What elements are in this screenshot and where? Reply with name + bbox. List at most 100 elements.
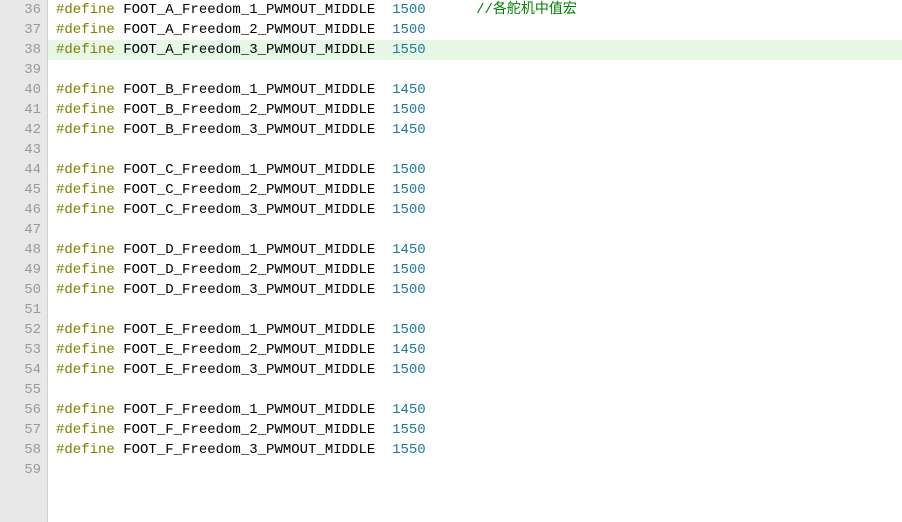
- line-number: 52: [10, 320, 41, 340]
- code-line[interactable]: #define FOOT_D_Freedom_3_PWMOUT_MIDDLE 1…: [48, 280, 902, 300]
- number-token: 1450: [392, 342, 426, 358]
- code-line[interactable]: #define FOOT_F_Freedom_3_PWMOUT_MIDDLE 1…: [48, 440, 902, 460]
- code-line[interactable]: [48, 60, 902, 80]
- directive-token: #define: [56, 82, 115, 98]
- number-token: 1550: [392, 442, 426, 458]
- code-line[interactable]: [48, 220, 902, 240]
- code-line[interactable]: #define FOOT_C_Freedom_1_PWMOUT_MIDDLE 1…: [48, 160, 902, 180]
- identifier-token: FOOT_F_Freedom_1_PWMOUT_MIDDLE: [123, 402, 375, 418]
- number-token: 1500: [392, 162, 426, 178]
- directive-token: #define: [56, 42, 115, 58]
- identifier-token: FOOT_D_Freedom_2_PWMOUT_MIDDLE: [123, 262, 375, 278]
- number-token: 1500: [392, 362, 426, 378]
- directive-token: #define: [56, 162, 115, 178]
- comment-token: //各舵机中值宏: [476, 2, 577, 18]
- code-line[interactable]: #define FOOT_F_Freedom_1_PWMOUT_MIDDLE 1…: [48, 400, 902, 420]
- directive-token: #define: [56, 122, 115, 138]
- code-line[interactable]: #define FOOT_D_Freedom_1_PWMOUT_MIDDLE 1…: [48, 240, 902, 260]
- directive-token: #define: [56, 402, 115, 418]
- identifier-token: FOOT_D_Freedom_1_PWMOUT_MIDDLE: [123, 242, 375, 258]
- line-number: 48: [10, 240, 41, 260]
- directive-token: #define: [56, 242, 115, 258]
- number-token: 1500: [392, 22, 426, 38]
- number-token: 1550: [392, 422, 426, 438]
- line-number: 42: [10, 120, 41, 140]
- code-line[interactable]: #define FOOT_B_Freedom_2_PWMOUT_MIDDLE 1…: [48, 100, 902, 120]
- number-token: 1450: [392, 122, 426, 138]
- directive-token: #define: [56, 262, 115, 278]
- code-area[interactable]: #define FOOT_A_Freedom_1_PWMOUT_MIDDLE 1…: [48, 0, 902, 522]
- line-number-gutter: 3637383940414243444546474849505152535455…: [0, 0, 48, 522]
- directive-token: #define: [56, 322, 115, 338]
- line-number: 50: [10, 280, 41, 300]
- line-number: 37: [10, 20, 41, 40]
- line-number: 43: [10, 140, 41, 160]
- line-number: 58: [10, 440, 41, 460]
- identifier-token: FOOT_C_Freedom_1_PWMOUT_MIDDLE: [123, 162, 375, 178]
- line-number: 40: [10, 80, 41, 100]
- identifier-token: FOOT_B_Freedom_3_PWMOUT_MIDDLE: [123, 122, 375, 138]
- directive-token: #define: [56, 362, 115, 378]
- line-number: 51: [10, 300, 41, 320]
- line-number: 59: [10, 460, 41, 480]
- directive-token: #define: [56, 202, 115, 218]
- code-line[interactable]: #define FOOT_A_Freedom_3_PWMOUT_MIDDLE 1…: [48, 40, 902, 60]
- identifier-token: FOOT_E_Freedom_3_PWMOUT_MIDDLE: [123, 362, 375, 378]
- number-token: 1500: [392, 322, 426, 338]
- code-line[interactable]: #define FOOT_B_Freedom_3_PWMOUT_MIDDLE 1…: [48, 120, 902, 140]
- line-number: 54: [10, 360, 41, 380]
- directive-token: #define: [56, 282, 115, 298]
- identifier-token: FOOT_A_Freedom_1_PWMOUT_MIDDLE: [123, 2, 375, 18]
- code-line[interactable]: #define FOOT_B_Freedom_1_PWMOUT_MIDDLE 1…: [48, 80, 902, 100]
- directive-token: #define: [56, 422, 115, 438]
- line-number: 44: [10, 160, 41, 180]
- code-line[interactable]: #define FOOT_E_Freedom_2_PWMOUT_MIDDLE 1…: [48, 340, 902, 360]
- number-token: 1500: [392, 202, 426, 218]
- code-line[interactable]: [48, 380, 902, 400]
- directive-token: #define: [56, 102, 115, 118]
- identifier-token: FOOT_C_Freedom_3_PWMOUT_MIDDLE: [123, 202, 375, 218]
- directive-token: #define: [56, 182, 115, 198]
- line-number: 38: [10, 40, 41, 60]
- directive-token: #define: [56, 2, 115, 18]
- line-number: 57: [10, 420, 41, 440]
- line-number: 55: [10, 380, 41, 400]
- line-number: 49: [10, 260, 41, 280]
- identifier-token: FOOT_F_Freedom_2_PWMOUT_MIDDLE: [123, 422, 375, 438]
- code-line[interactable]: #define FOOT_F_Freedom_2_PWMOUT_MIDDLE 1…: [48, 420, 902, 440]
- code-line[interactable]: #define FOOT_A_Freedom_1_PWMOUT_MIDDLE 1…: [48, 0, 902, 20]
- code-line[interactable]: [48, 300, 902, 320]
- identifier-token: FOOT_E_Freedom_1_PWMOUT_MIDDLE: [123, 322, 375, 338]
- line-number: 45: [10, 180, 41, 200]
- number-token: 1500: [392, 182, 426, 198]
- identifier-token: FOOT_B_Freedom_1_PWMOUT_MIDDLE: [123, 82, 375, 98]
- number-token: 1500: [392, 2, 426, 18]
- line-number: 46: [10, 200, 41, 220]
- identifier-token: FOOT_F_Freedom_3_PWMOUT_MIDDLE: [123, 442, 375, 458]
- code-line[interactable]: #define FOOT_E_Freedom_3_PWMOUT_MIDDLE 1…: [48, 360, 902, 380]
- code-line[interactable]: [48, 140, 902, 160]
- line-number: 53: [10, 340, 41, 360]
- number-token: 1450: [392, 82, 426, 98]
- number-token: 1450: [392, 402, 426, 418]
- directive-token: #define: [56, 22, 115, 38]
- number-token: 1550: [392, 42, 426, 58]
- line-number: 39: [10, 60, 41, 80]
- code-line[interactable]: #define FOOT_C_Freedom_3_PWMOUT_MIDDLE 1…: [48, 200, 902, 220]
- code-editor[interactable]: 3637383940414243444546474849505152535455…: [0, 0, 902, 522]
- code-line[interactable]: #define FOOT_A_Freedom_2_PWMOUT_MIDDLE 1…: [48, 20, 902, 40]
- identifier-token: FOOT_C_Freedom_2_PWMOUT_MIDDLE: [123, 182, 375, 198]
- identifier-token: FOOT_B_Freedom_2_PWMOUT_MIDDLE: [123, 102, 375, 118]
- code-line[interactable]: [48, 460, 902, 480]
- code-line[interactable]: #define FOOT_C_Freedom_2_PWMOUT_MIDDLE 1…: [48, 180, 902, 200]
- code-line[interactable]: #define FOOT_D_Freedom_2_PWMOUT_MIDDLE 1…: [48, 260, 902, 280]
- directive-token: #define: [56, 442, 115, 458]
- identifier-token: FOOT_D_Freedom_3_PWMOUT_MIDDLE: [123, 282, 375, 298]
- identifier-token: FOOT_E_Freedom_2_PWMOUT_MIDDLE: [123, 342, 375, 358]
- number-token: 1450: [392, 242, 426, 258]
- number-token: 1500: [392, 282, 426, 298]
- line-number: 47: [10, 220, 41, 240]
- line-number: 56: [10, 400, 41, 420]
- number-token: 1500: [392, 262, 426, 278]
- code-line[interactable]: #define FOOT_E_Freedom_1_PWMOUT_MIDDLE 1…: [48, 320, 902, 340]
